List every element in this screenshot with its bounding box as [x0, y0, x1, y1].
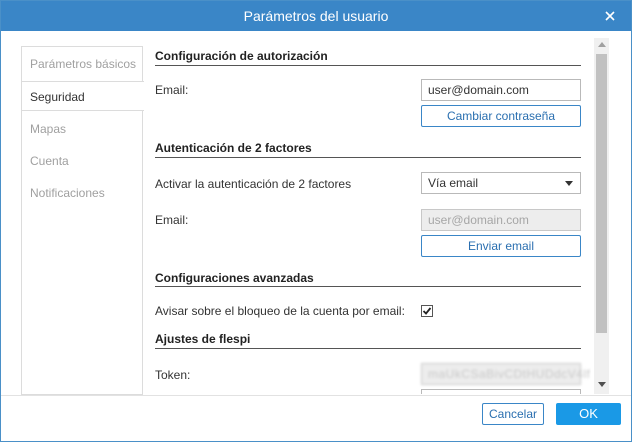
ok-button[interactable]: OK — [556, 403, 621, 425]
token-label: Token: — [155, 368, 191, 382]
email-label: Email: — [155, 83, 189, 97]
checkmark-icon — [422, 307, 432, 315]
lock-notice-checkbox[interactable] — [421, 305, 433, 317]
user-settings-dialog: Parámetros del usuario Parámetros básico… — [0, 0, 632, 442]
2fa-email-field[interactable]: user@domain.com — [421, 209, 581, 231]
sidebar-item-account[interactable]: Cuenta — [22, 146, 143, 176]
section-divider — [155, 157, 581, 158]
footer-divider — [1, 395, 631, 396]
scroll-thumb[interactable] — [596, 54, 607, 333]
section-divider — [155, 286, 581, 287]
send-email-button[interactable]: Enviar email — [421, 235, 581, 257]
token-field[interactable]: maUkCSaBivCDtHUDdcV4lf — [421, 363, 590, 385]
security-panel: Configuración de autorización Email: use… — [143, 37, 591, 394]
2fa-method-select[interactable]: Vía email — [421, 172, 581, 194]
enable-2fa-label: Activar la autenticación de 2 factores — [155, 177, 352, 191]
email-field[interactable]: user@domain.com — [421, 79, 581, 101]
token-secondary-field[interactable] — [421, 389, 581, 394]
chevron-down-icon — [565, 181, 573, 186]
window-title: Parámetros del usuario — [243, 8, 389, 24]
content-scrollbar[interactable] — [594, 38, 609, 394]
2fa-method-value: Vía email — [428, 176, 479, 190]
cancel-button[interactable]: Cancelar — [482, 403, 544, 425]
section-title-2fa: Autenticación de 2 factores — [155, 141, 312, 155]
sidebar-item-maps[interactable]: Mapas — [22, 114, 143, 144]
section-title-authorization: Configuración de autorización — [155, 49, 328, 63]
section-title-advanced: Configuraciones avanzadas — [155, 271, 314, 285]
settings-sidebar: Parámetros básicos Seguridad Mapas Cuent… — [21, 46, 144, 395]
section-divider — [155, 348, 581, 349]
scroll-down-icon[interactable] — [598, 382, 606, 387]
sidebar-item-notifications[interactable]: Notificaciones — [22, 178, 143, 208]
lock-notice-label: Avisar sobre el bloqueo de la cuenta por… — [155, 304, 405, 318]
section-divider — [155, 65, 581, 66]
sidebar-item-basic-params[interactable]: Parámetros básicos — [22, 49, 143, 79]
change-password-button[interactable]: Cambiar contraseña — [421, 105, 581, 127]
section-title-flespi: Ajustes de flespi — [155, 332, 251, 346]
close-icon[interactable] — [603, 7, 617, 23]
2fa-email-label: Email: — [155, 213, 189, 227]
scroll-up-icon[interactable] — [598, 42, 606, 47]
title-bar: Parámetros del usuario — [1, 1, 631, 31]
sidebar-item-security[interactable]: Seguridad — [22, 81, 144, 111]
